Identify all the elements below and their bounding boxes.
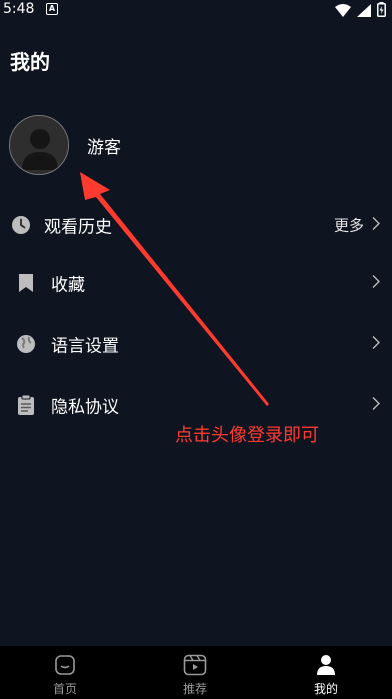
bottom-nav: 首页 推荐 我的 <box>0 646 392 699</box>
status-bar: 5:48 A <box>0 0 392 20</box>
globe-icon <box>15 333 37 355</box>
signal-icon <box>357 2 371 21</box>
clipboard-icon <box>15 394 37 416</box>
clock-icon <box>10 214 32 236</box>
page-title: 我的 <box>10 50 50 74</box>
person-icon <box>315 654 337 680</box>
more-link[interactable]: 更多 <box>334 215 364 236</box>
nav-item-home[interactable]: 首页 <box>0 646 130 699</box>
a-box-icon: A <box>46 3 58 15</box>
annotation-text: 点击头像登录即可 <box>175 425 319 446</box>
nav-label-home: 首页 <box>52 682 77 696</box>
wifi-icon <box>335 2 351 21</box>
menu-label-language-settings: 语言设置 <box>51 336 119 357</box>
nav-label-recommend: 推荐 <box>182 682 207 696</box>
menu-item-watch-history[interactable]: 观看历史 更多 <box>0 200 392 250</box>
menu-trail <box>372 335 380 354</box>
menu-label-privacy-policy: 隐私协议 <box>51 397 119 418</box>
status-icons <box>335 2 386 21</box>
status-time: 5:48 <box>3 1 35 17</box>
screen: 5:48 A 我的 游客 观看历史 更多 收藏 语言设置 隐私协议 点击头像登录… <box>0 0 392 699</box>
nav-item-recommend[interactable]: 推荐 <box>130 646 260 699</box>
battery-icon <box>377 2 386 21</box>
nav-label-mine: 我的 <box>313 682 338 696</box>
chevron-right-icon <box>372 335 380 354</box>
nav-item-mine[interactable]: 我的 <box>261 646 391 699</box>
video-icon <box>183 654 207 680</box>
menu-label-watch-history: 观看历史 <box>44 217 112 238</box>
bookmark-icon <box>15 272 37 294</box>
menu-trail <box>372 274 380 293</box>
menu-label-favorites: 收藏 <box>51 275 85 296</box>
chevron-right-icon <box>372 274 380 293</box>
menu-trail: 更多 <box>334 215 380 236</box>
guest-name[interactable]: 游客 <box>87 133 121 158</box>
home-icon <box>54 654 76 680</box>
user-avatar-icon[interactable] <box>9 115 69 175</box>
menu-trail <box>372 396 380 415</box>
menu-item-language-settings[interactable]: 语言设置 <box>0 319 392 369</box>
chevron-right-icon <box>372 396 380 415</box>
menu-item-favorites[interactable]: 收藏 <box>0 258 392 308</box>
chevron-right-icon <box>372 216 380 235</box>
